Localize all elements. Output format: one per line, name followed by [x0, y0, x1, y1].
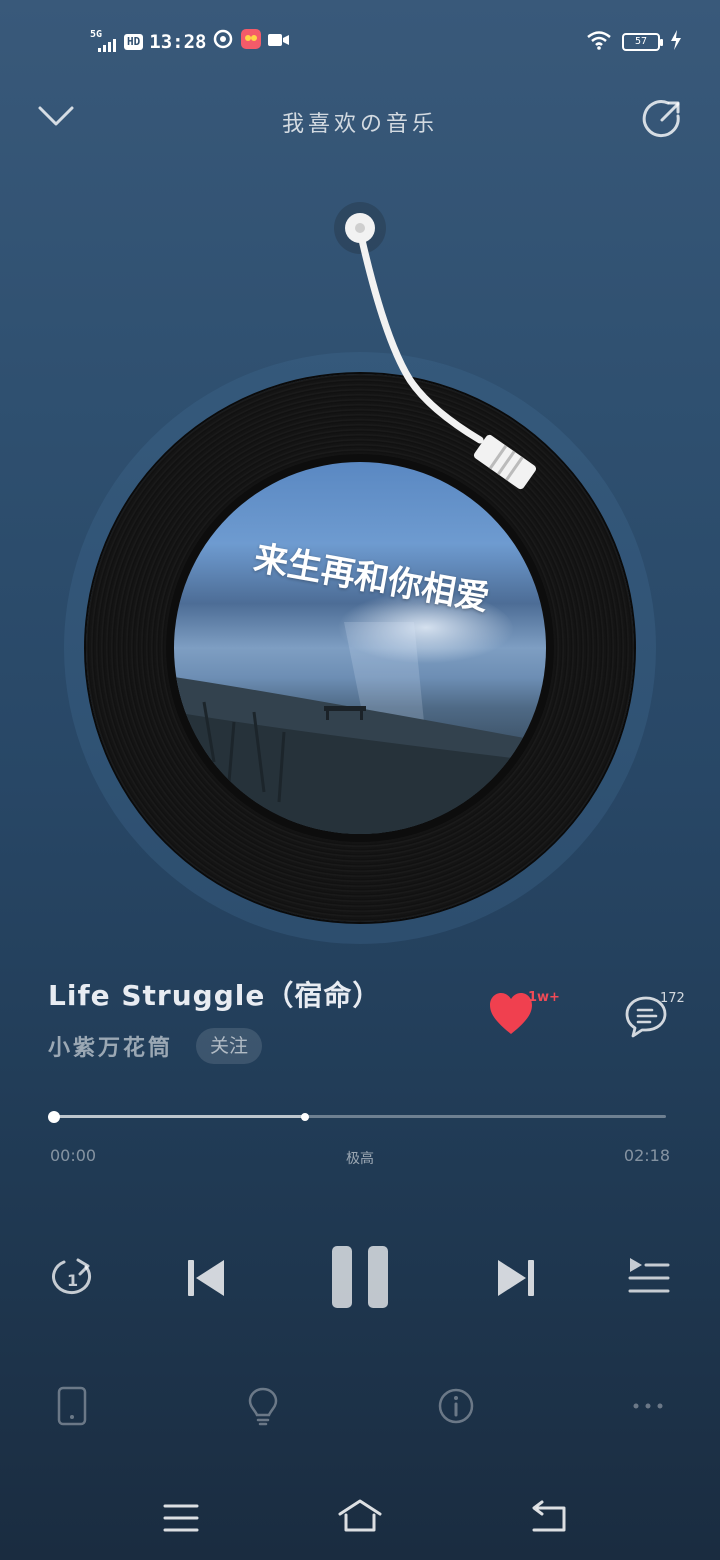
- more-button[interactable]: [628, 1396, 668, 1416]
- repeat-button[interactable]: 1: [48, 1254, 98, 1300]
- menu-icon: [163, 1504, 199, 1532]
- skip-previous-icon: [188, 1260, 224, 1296]
- quality-label[interactable]: 极高: [0, 1148, 720, 1168]
- repeat-one-icon: 1: [52, 1258, 91, 1294]
- svg-text:1: 1: [67, 1271, 78, 1290]
- nav-home-button[interactable]: [336, 1498, 384, 1534]
- like-count: 1w+: [528, 990, 560, 1005]
- buffer-bar: [54, 1115, 305, 1118]
- follow-button[interactable]: 关注: [196, 1028, 262, 1064]
- song-title: Life Struggle（宿命）: [48, 979, 382, 1012]
- artist-name[interactable]: 小紫万花筒: [48, 1030, 173, 1062]
- phone-device-icon: [57, 1386, 87, 1426]
- previous-button[interactable]: [184, 1256, 228, 1300]
- nav-menu-button[interactable]: [162, 1502, 200, 1534]
- info-button[interactable]: [436, 1386, 476, 1426]
- buffer-marker: [300, 1113, 309, 1121]
- skip-next-icon: [498, 1260, 534, 1296]
- tonearm: [334, 202, 537, 490]
- progress-bar[interactable]: [54, 1115, 666, 1118]
- next-button[interactable]: [494, 1256, 538, 1300]
- device-button[interactable]: [56, 1386, 88, 1426]
- pause-button[interactable]: [330, 1244, 390, 1310]
- playlist-button[interactable]: [626, 1254, 672, 1298]
- more-horizontal-icon: [633, 1403, 663, 1409]
- pause-icon: [332, 1246, 388, 1308]
- lightbulb-icon: [248, 1387, 278, 1426]
- progress-knob[interactable]: [48, 1111, 60, 1123]
- nav-back-button[interactable]: [528, 1500, 568, 1534]
- total-time: 02:18: [623, 1146, 670, 1165]
- comment-count: 172: [660, 991, 685, 1006]
- lightbulb-button[interactable]: [246, 1386, 280, 1426]
- info-icon: [438, 1388, 474, 1424]
- back-icon: [532, 1500, 566, 1532]
- playlist-icon: [628, 1258, 670, 1293]
- system-nav-bar: [0, 1480, 720, 1560]
- home-icon: [338, 1499, 382, 1532]
